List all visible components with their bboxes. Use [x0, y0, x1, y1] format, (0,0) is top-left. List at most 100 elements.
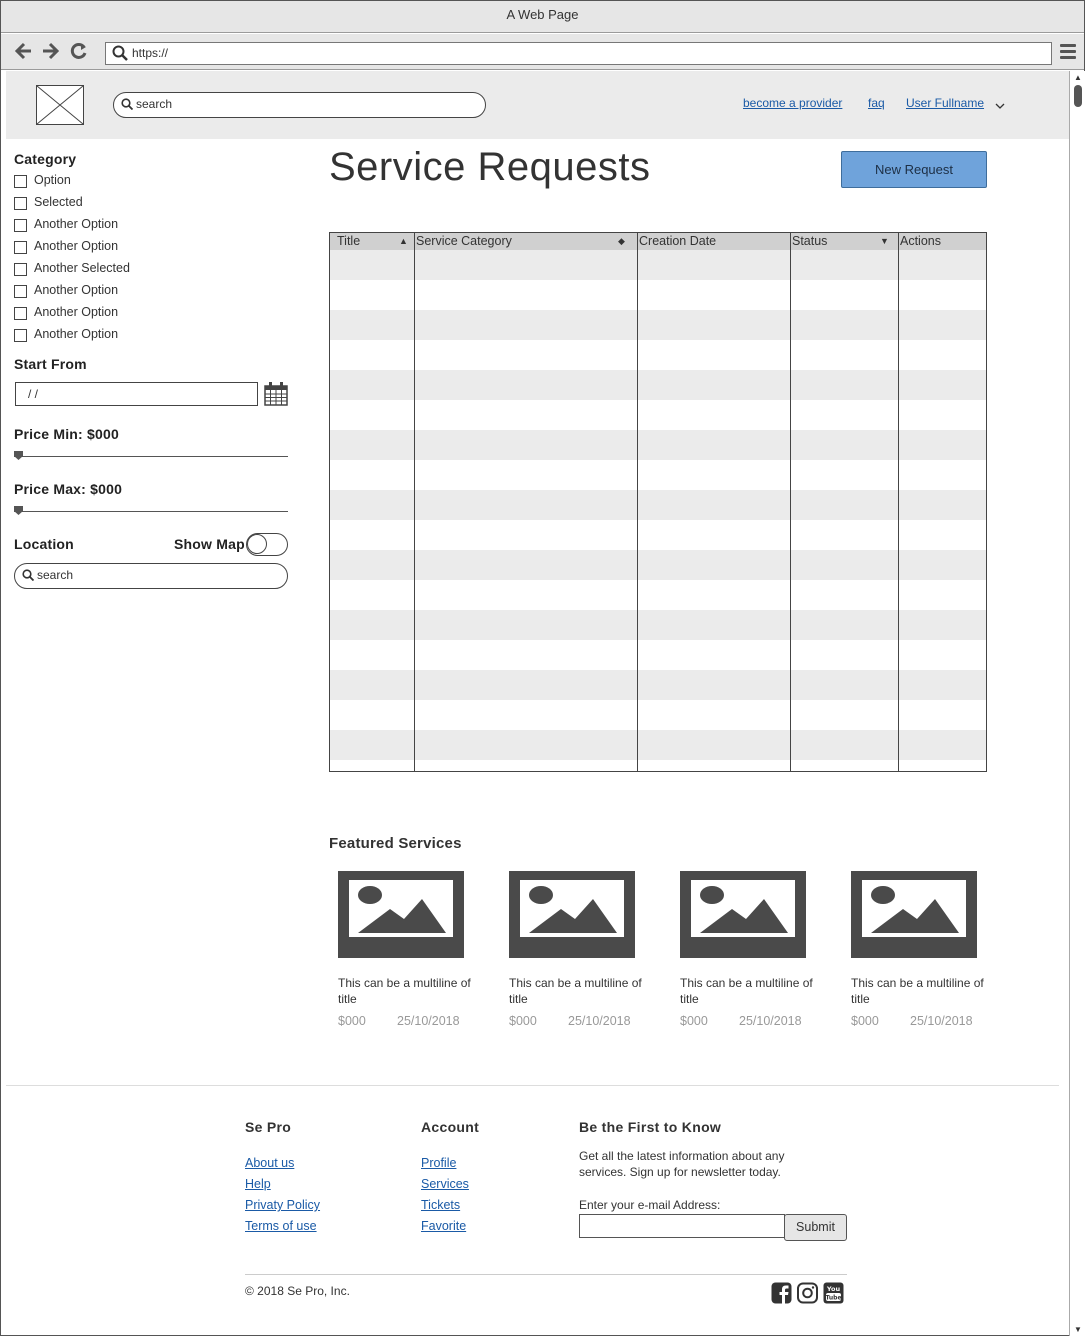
card-title: This can be a multiline of title	[851, 976, 984, 1006]
table-row[interactable]	[330, 430, 986, 460]
scroll-up-arrow-icon[interactable]: ▲	[1074, 73, 1082, 82]
table-row[interactable]	[330, 700, 986, 730]
youtube-icon[interactable]: You Tube	[823, 1282, 844, 1304]
price-max-slider[interactable]	[14, 506, 288, 516]
category-option-label: Another Option	[34, 217, 119, 231]
scroll-thumb[interactable]	[1074, 85, 1082, 107]
table-row[interactable]	[330, 340, 986, 370]
footer-link-tickets[interactable]: Tickets	[421, 1198, 460, 1212]
faq-link[interactable]: faq	[868, 96, 885, 110]
column-header-creation-date[interactable]: Creation Date	[636, 233, 716, 250]
footer-link-favorite[interactable]: Favorite	[421, 1219, 466, 1233]
reload-icon[interactable]	[70, 42, 88, 64]
column-header-actions: Actions	[900, 234, 941, 248]
table-row[interactable]	[330, 550, 986, 580]
footer-link-terms[interactable]: Terms of use	[245, 1219, 317, 1233]
checkbox[interactable]	[14, 175, 27, 188]
header-search-placeholder: search	[136, 97, 173, 111]
table-row[interactable]	[330, 580, 986, 610]
logo-placeholder[interactable]	[36, 85, 84, 125]
table-row[interactable]	[330, 670, 986, 700]
window-title: A Web Page	[1, 1, 1084, 33]
slider-thumb[interactable]	[14, 451, 23, 460]
footer-divider	[6, 1085, 1059, 1086]
table-row[interactable]	[330, 400, 986, 430]
facebook-icon[interactable]	[771, 1282, 792, 1304]
sort-descending-icon[interactable]: ▼	[880, 233, 889, 250]
vertical-scrollbar[interactable]: ▲ ▼	[1069, 71, 1085, 1336]
table-row[interactable]	[330, 610, 986, 640]
new-request-button[interactable]: New Request	[841, 151, 987, 188]
submit-button[interactable]: Submit	[784, 1214, 847, 1241]
table-row[interactable]	[330, 310, 986, 340]
start-from-heading: Start From	[14, 356, 87, 372]
card-title: This can be a multiline of title	[338, 976, 471, 1006]
card-date: 25/10/2018	[568, 1014, 631, 1028]
search-icon	[22, 569, 35, 584]
image-placeholder-icon	[680, 871, 806, 958]
checkbox[interactable]	[14, 307, 27, 320]
category-option-label: Another Selected	[34, 261, 130, 275]
table-row[interactable]	[330, 490, 986, 520]
header-search-input[interactable]: search	[113, 92, 486, 118]
category-option-label: Option	[34, 173, 71, 187]
card-title: This can be a multiline of title	[680, 976, 813, 1006]
checkbox[interactable]	[14, 285, 27, 298]
column-header-title[interactable]: Title	[334, 233, 360, 250]
email-field[interactable]	[579, 1214, 785, 1238]
price-min-slider[interactable]	[14, 451, 288, 461]
table-row[interactable]	[330, 460, 986, 490]
card-price: $000	[338, 1014, 366, 1028]
instagram-icon[interactable]	[797, 1282, 818, 1304]
column-header-status[interactable]: Status	[789, 233, 827, 250]
forward-arrow-icon[interactable]	[41, 42, 60, 64]
footer-link-privacy[interactable]: Privaty Policy	[245, 1198, 320, 1212]
card-price: $000	[680, 1014, 708, 1028]
scroll-down-arrow-icon[interactable]: ▼	[1074, 1325, 1082, 1334]
table-row[interactable]	[330, 370, 986, 400]
checkbox[interactable]	[14, 263, 27, 276]
browser-window: A Web Page https:// ▲ ▼ search become a …	[0, 0, 1085, 1336]
footer-link-about[interactable]: About us	[245, 1156, 294, 1170]
table-row[interactable]	[330, 280, 986, 310]
footer-link-profile[interactable]: Profile	[421, 1156, 456, 1170]
menu-icon[interactable]	[1060, 44, 1076, 60]
footer-link-help[interactable]: Help	[245, 1177, 271, 1191]
show-map-toggle[interactable]	[246, 533, 288, 556]
start-date-input[interactable]: / /	[15, 382, 258, 406]
slider-thumb[interactable]	[14, 506, 23, 515]
location-search-input[interactable]: search	[14, 563, 288, 589]
card-date: 25/10/2018	[910, 1014, 973, 1028]
card-price: $000	[509, 1014, 537, 1028]
url-text: https://	[132, 46, 169, 60]
calendar-icon[interactable]	[264, 382, 288, 406]
sort-ascending-icon[interactable]: ▲	[399, 233, 408, 250]
image-placeholder-icon	[338, 871, 464, 958]
price-max-label: Price Max: $000	[14, 481, 123, 497]
become-provider-link[interactable]: become a provider	[743, 96, 842, 110]
footer-account-heading: Account	[421, 1119, 480, 1135]
newsletter-text: Get all the latest information about any…	[579, 1149, 785, 1179]
back-arrow-icon[interactable]	[14, 42, 33, 64]
browser-toolbar: https://	[1, 34, 1084, 70]
price-min-label: Price Min: $000	[14, 426, 119, 442]
chevron-down-icon[interactable]	[995, 99, 1005, 113]
url-bar[interactable]: https://	[105, 42, 1052, 65]
checkbox[interactable]	[14, 197, 27, 210]
category-option-label: Another Option	[34, 283, 119, 297]
user-menu-link[interactable]: User Fullname	[906, 96, 984, 110]
table-row[interactable]	[330, 640, 986, 670]
table-row[interactable]	[330, 520, 986, 550]
category-option-label: Another Option	[34, 327, 119, 341]
checkbox[interactable]	[14, 241, 27, 254]
category-option-label: Another Option	[34, 239, 119, 253]
table-row[interactable]	[330, 730, 986, 760]
table-row[interactable]	[330, 250, 986, 280]
show-map-label: Show Map	[174, 536, 245, 552]
footer-link-services[interactable]: Services	[421, 1177, 469, 1191]
column-header-service-category[interactable]: Service Category	[413, 233, 512, 250]
checkbox[interactable]	[14, 329, 27, 342]
table-row[interactable]	[330, 760, 986, 771]
sort-both-icon[interactable]: ◆	[618, 233, 625, 250]
checkbox[interactable]	[14, 219, 27, 232]
